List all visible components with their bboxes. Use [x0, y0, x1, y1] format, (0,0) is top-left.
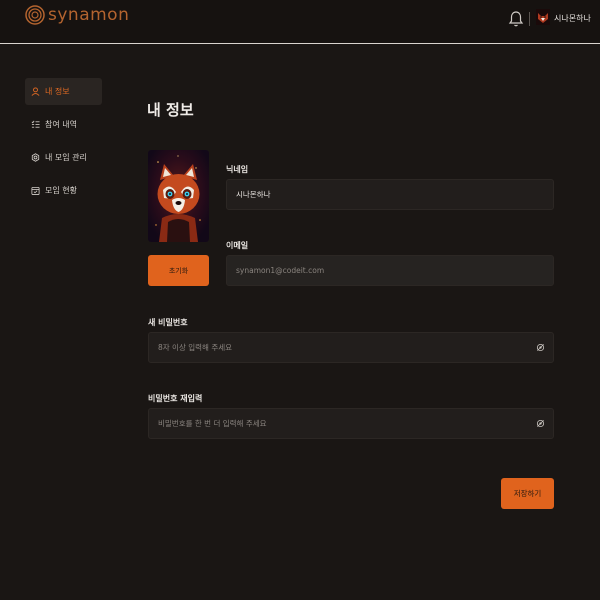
- confirm-password-field[interactable]: 비밀번호를 한 번 더 입력해 주세요: [148, 408, 554, 439]
- new-password-placeholder: 8자 이상 입력해 주세요: [158, 343, 233, 352]
- email-value: synamon1@codeit.com: [236, 266, 325, 275]
- confirm-password-label: 비밀번호 재입력: [148, 394, 203, 403]
- sidebar-item-my-meetings[interactable]: 내 모임 관리: [25, 144, 102, 171]
- bell-icon[interactable]: [508, 10, 524, 28]
- settings-icon: [31, 153, 40, 162]
- sidebar-item-meeting-status[interactable]: 모임 현황: [25, 177, 102, 204]
- top-header: synamon 시나몬하나: [0, 0, 600, 44]
- reset-image-button[interactable]: 초기화: [148, 255, 209, 286]
- header-username[interactable]: 시나몬하나: [554, 13, 591, 24]
- sidebar-item-participation[interactable]: 참여 내역: [25, 111, 102, 138]
- sidebar-item-label: 참여 내역: [45, 120, 77, 129]
- nickname-value: 시나몬하나: [236, 190, 271, 199]
- email-field: synamon1@codeit.com: [226, 255, 554, 286]
- email-label: 이메일: [226, 241, 249, 250]
- new-password-field[interactable]: 8자 이상 입력해 주세요: [148, 332, 554, 363]
- sidebar-item-label: 내 정보: [45, 87, 70, 96]
- confirm-password-placeholder: 비밀번호를 한 번 더 입력해 주세요: [158, 419, 267, 428]
- user-icon: [31, 87, 40, 96]
- eye-off-icon[interactable]: [536, 419, 545, 428]
- nickname-label: 닉네임: [226, 165, 249, 174]
- eye-off-icon[interactable]: [536, 343, 545, 352]
- logo-mark-icon: [25, 5, 45, 25]
- red-panda-image: [148, 150, 209, 242]
- sidebar-item-label: 내 모임 관리: [45, 153, 87, 162]
- sidebar-item-label: 모임 현황: [45, 186, 77, 195]
- sidebar: 내 정보 참여 내역 내 모임 관리 모임 현황: [25, 78, 102, 210]
- sidebar-item-my-info[interactable]: 내 정보: [25, 78, 102, 105]
- nickname-field[interactable]: 시나몬하나: [226, 179, 554, 210]
- avatar[interactable]: [536, 9, 550, 25]
- profile-image: [148, 150, 209, 242]
- list-icon: [31, 120, 40, 128]
- page-title: 내 정보: [147, 101, 194, 119]
- new-password-label: 새 비밀번호: [148, 318, 188, 327]
- calendar-check-icon: [31, 186, 40, 195]
- logo-text: synamon: [48, 5, 130, 25]
- save-button[interactable]: 저장하기: [501, 478, 554, 509]
- logo[interactable]: synamon: [25, 5, 129, 25]
- header-divider: [529, 12, 530, 26]
